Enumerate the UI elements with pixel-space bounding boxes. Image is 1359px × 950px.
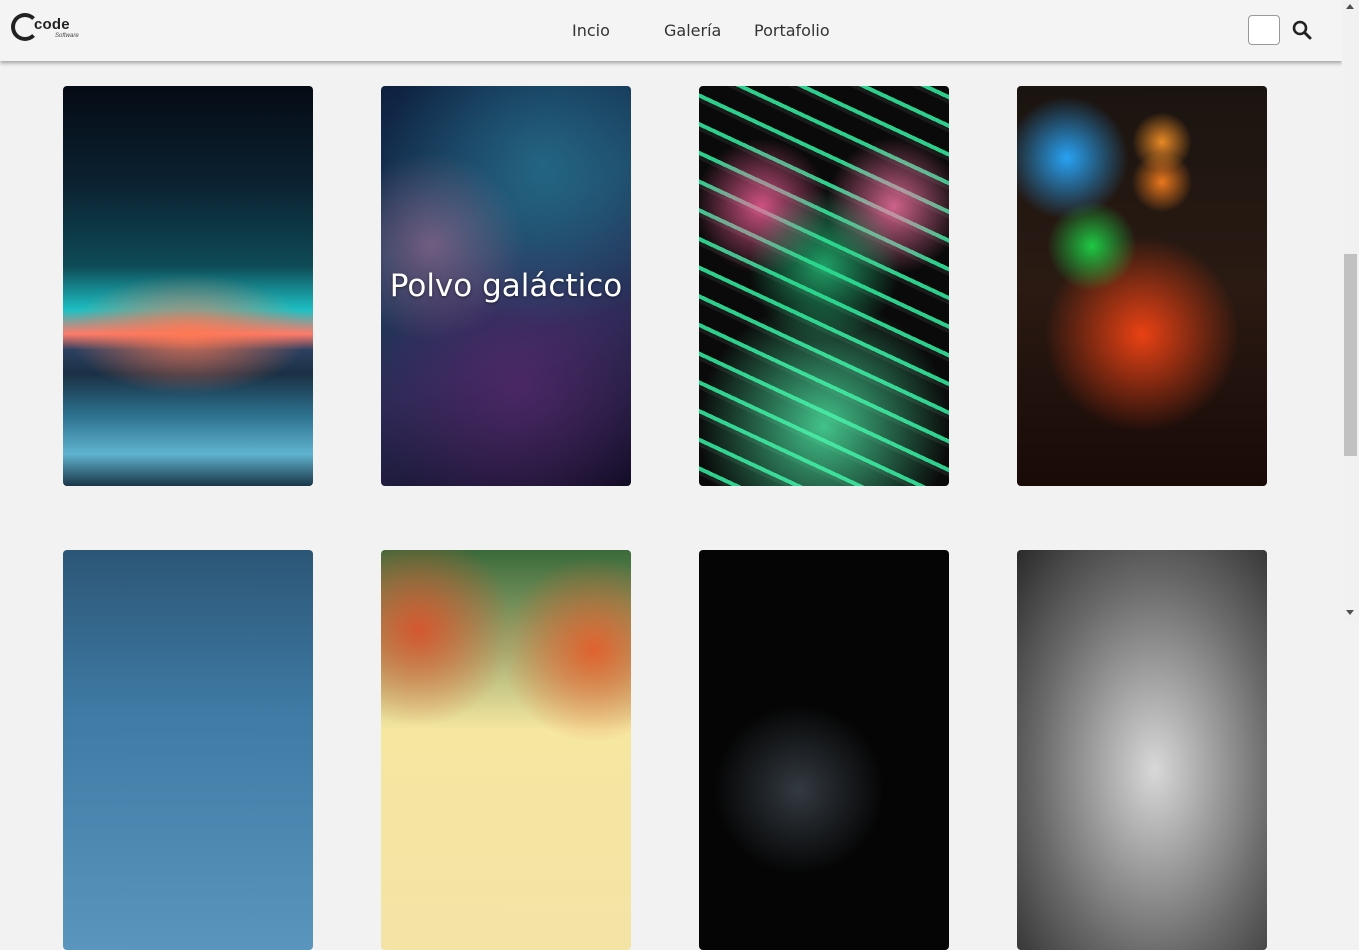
nav-link-portafolio[interactable]: Portafolio xyxy=(754,21,830,40)
gallery-card-mountain[interactable] xyxy=(63,86,313,486)
gallery-card-galaxy[interactable]: Polvo galáctico xyxy=(381,86,631,486)
search-icon[interactable] xyxy=(1292,20,1312,40)
card-caption xyxy=(699,86,949,486)
nav-link-inicio[interactable]: Incio xyxy=(572,21,610,40)
card-caption xyxy=(63,86,313,486)
card-caption xyxy=(699,550,949,950)
gallery-card-blue-sky[interactable] xyxy=(63,550,313,950)
gallery-card-forest[interactable] xyxy=(381,550,631,950)
card-caption xyxy=(1017,86,1267,486)
logo-text: code xyxy=(34,16,70,33)
logo-subtext: Software xyxy=(55,33,79,39)
card-caption xyxy=(63,550,313,950)
gallery-card-gray[interactable] xyxy=(1017,550,1267,950)
scroll-up-arrow-icon[interactable] xyxy=(1346,4,1354,9)
card-caption xyxy=(381,550,631,950)
nav-link-galeria[interactable]: Galería xyxy=(664,21,721,40)
gallery-card-tiger[interactable] xyxy=(699,86,949,486)
vertical-scrollbar[interactable] xyxy=(1342,0,1359,621)
card-caption: Polvo galáctico xyxy=(389,268,623,304)
scrollbar-thumb[interactable] xyxy=(1344,254,1357,456)
brand-logo[interactable]: code Software xyxy=(11,11,79,47)
gallery-card-rain[interactable] xyxy=(1017,86,1267,486)
scroll-down-arrow-icon[interactable] xyxy=(1346,610,1354,615)
top-navbar: code Software Incio Galería Portafolio xyxy=(0,0,1342,61)
search-input[interactable] xyxy=(1248,15,1280,45)
gallery-card-dark[interactable] xyxy=(699,550,949,950)
card-caption xyxy=(1017,550,1267,950)
